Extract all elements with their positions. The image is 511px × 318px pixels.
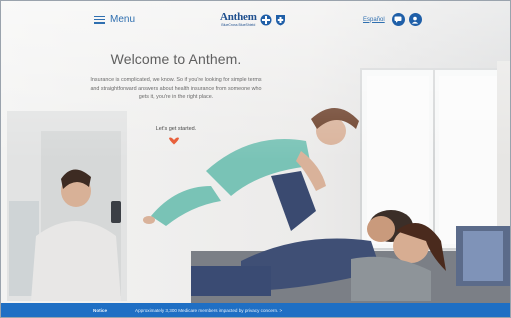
logo-wordmark: Anthem — [220, 11, 257, 23]
notice-label: Notice — [93, 307, 108, 313]
welcome-block: Welcome to Anthem. Insurance is complica… — [89, 51, 263, 102]
logo-subtitle: BlueCross BlueShield — [221, 23, 256, 27]
account-button[interactable] — [408, 13, 422, 26]
site-header: Menu Anthem BlueCross BlueShield Español — [1, 1, 510, 41]
notice-bar[interactable]: Notice Approximately 3,300 Medicare memb… — [1, 303, 510, 317]
blue-cross-icon — [260, 14, 272, 26]
menu-button[interactable]: Menu — [94, 14, 135, 25]
anthem-logo[interactable]: Anthem BlueCross BlueShield — [220, 12, 286, 28]
chat-button[interactable] — [391, 13, 405, 26]
heart-chevron-icon[interactable] — [168, 137, 180, 145]
hero-image — [1, 1, 510, 317]
menu-label: Menu — [110, 14, 136, 25]
welcome-body: Insurance is complicated, we know. So if… — [90, 77, 262, 101]
get-started-link[interactable]: Let's get started. — [89, 126, 263, 132]
user-icon — [411, 16, 419, 24]
language-link[interactable]: Español — [363, 17, 385, 23]
welcome-heading: Welcome to Anthem. — [110, 51, 242, 67]
browser-viewport: Menu Anthem BlueCross BlueShield Español — [0, 0, 511, 318]
notice-message[interactable]: Approximately 3,300 Medicare members imp… — [135, 308, 282, 313]
header-tools: Español — [363, 13, 422, 26]
menu-icon — [94, 15, 105, 24]
chat-icon — [394, 16, 402, 23]
blue-shield-icon — [275, 14, 285, 26]
